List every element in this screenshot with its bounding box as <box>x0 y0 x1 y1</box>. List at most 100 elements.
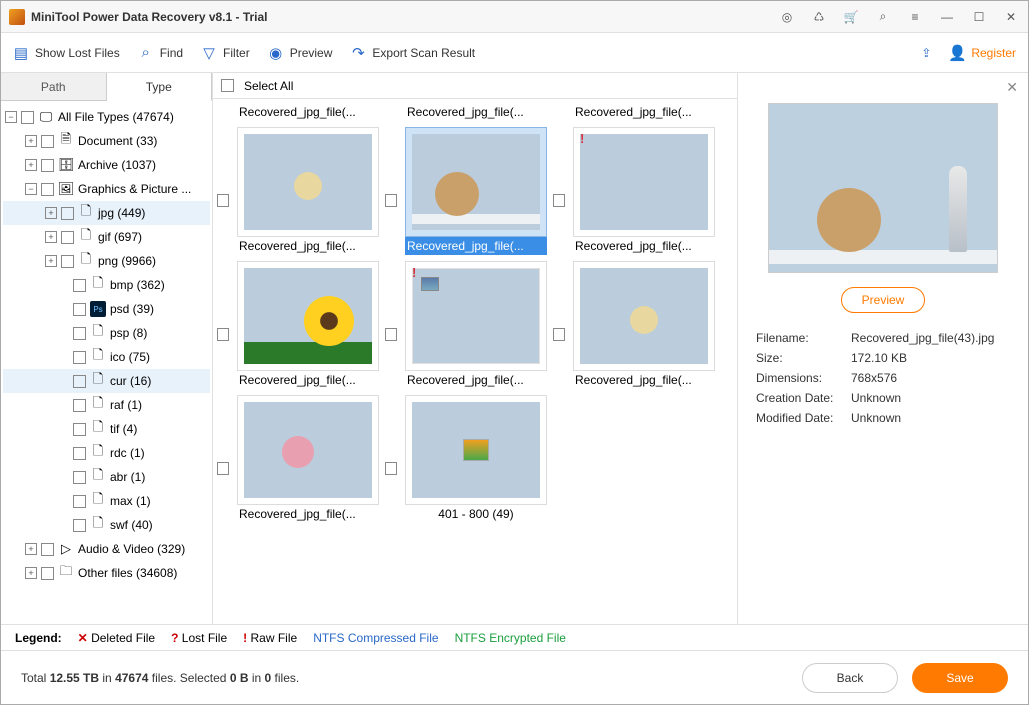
share-icon[interactable]: ⇪ <box>921 46 931 60</box>
checkbox[interactable] <box>553 194 565 207</box>
tree-png[interactable]: +🗋png (9966) <box>3 249 210 273</box>
find-button[interactable]: ⌕Find <box>138 45 183 61</box>
tree-gif[interactable]: +🗋gif (697) <box>3 225 210 249</box>
expand-icon[interactable]: + <box>45 207 57 219</box>
select-all-checkbox[interactable] <box>221 79 234 92</box>
thumb-cell[interactable]: !Recovered_jpg_file(... <box>553 261 715 389</box>
expand-icon[interactable]: + <box>45 255 57 267</box>
checkbox[interactable] <box>41 183 54 196</box>
expand-icon[interactable]: + <box>25 543 37 555</box>
tree-abr[interactable]: 🗋abr (1) <box>3 465 210 489</box>
back-button[interactable]: Back <box>802 663 898 693</box>
tree-psd[interactable]: Pspsd (39) <box>3 297 210 321</box>
raw-flag-icon: ! <box>412 265 416 280</box>
tree-audio[interactable]: +▷Audio & Video (329) <box>3 537 210 561</box>
thumb-cell-range[interactable]: 401 - 800 (49) <box>385 395 547 523</box>
checkbox[interactable] <box>41 567 54 580</box>
collapse-icon[interactable]: − <box>5 111 17 123</box>
preview-open-button[interactable]: Preview <box>841 287 926 313</box>
tree-max-label: max (1) <box>110 494 151 508</box>
filter-button[interactable]: ▽Filter <box>201 45 250 61</box>
compass-icon[interactable]: ◎ <box>778 8 796 26</box>
tree-root[interactable]: −🖵All File Types (47674) <box>3 105 210 129</box>
thumbnail-grid[interactable]: Recovered_jpg_file(... Recovered_jpg_fil… <box>213 99 737 624</box>
checkbox[interactable] <box>385 328 397 341</box>
tree-swf[interactable]: 🗋swf (40) <box>3 513 210 537</box>
meta-value-size: 172.10 KB <box>851 351 1010 365</box>
file-icon: 🗋 <box>90 469 106 485</box>
checkbox[interactable] <box>73 351 86 364</box>
tree-max[interactable]: 🗋max (1) <box>3 489 210 513</box>
legend-bar: Legend: ✕ Deleted File ? Lost File ! Raw… <box>1 624 1028 650</box>
checkbox[interactable] <box>61 231 74 244</box>
checkbox[interactable] <box>217 462 229 475</box>
checkbox[interactable] <box>73 303 86 316</box>
expand-icon[interactable]: + <box>25 567 37 579</box>
close-preview-icon[interactable]: ✕ <box>1006 79 1018 96</box>
checkbox[interactable] <box>61 207 74 220</box>
export-button[interactable]: ↷Export Scan Result <box>350 45 475 61</box>
checkbox[interactable] <box>73 519 86 532</box>
checkbox[interactable] <box>73 447 86 460</box>
thumb-cell[interactable]: !Recovered_jpg_file(... <box>217 261 379 389</box>
tree-other[interactable]: +🗀Other files (34608) <box>3 561 210 585</box>
tree-bmp[interactable]: 🗋bmp (362) <box>3 273 210 297</box>
checkbox[interactable] <box>73 495 86 508</box>
thumbnail-image <box>244 268 372 364</box>
tree-archive[interactable]: +🗄Archive (1037) <box>3 153 210 177</box>
thumb-range-label: 401 - 800 (49) <box>405 505 547 523</box>
legend-deleted: ✕ Deleted File <box>78 631 155 645</box>
tree-cur[interactable]: 🗋cur (16) <box>3 369 210 393</box>
expand-icon[interactable]: + <box>25 159 37 171</box>
thumb-cell[interactable]: !Recovered_jpg_file(... <box>217 395 379 523</box>
checkbox[interactable] <box>21 111 34 124</box>
checkbox[interactable] <box>61 255 74 268</box>
save-button[interactable]: Save <box>912 663 1008 693</box>
tab-type[interactable]: Type <box>107 73 213 101</box>
checkbox[interactable] <box>41 543 54 556</box>
thumb-cell[interactable]: !Recovered_jpg_file(... <box>385 261 547 389</box>
maximize-icon[interactable]: ☐ <box>970 8 988 26</box>
tree-ico[interactable]: 🗋ico (75) <box>3 345 210 369</box>
thumb-cell-selected[interactable]: !Recovered_jpg_file(... <box>385 127 547 255</box>
tree-rdc[interactable]: 🗋rdc (1) <box>3 441 210 465</box>
checkbox[interactable] <box>385 462 397 475</box>
checkbox[interactable] <box>41 135 54 148</box>
show-lost-files-button[interactable]: ▤Show Lost Files <box>13 45 120 61</box>
checkbox[interactable] <box>73 471 86 484</box>
expand-icon[interactable]: + <box>25 135 37 147</box>
thumbnail-image <box>412 134 540 230</box>
minimize-icon[interactable]: — <box>938 8 956 26</box>
cart-icon[interactable]: 🛒 <box>842 8 860 26</box>
collapse-icon[interactable]: − <box>25 183 37 195</box>
tree-raf[interactable]: 🗋raf (1) <box>3 393 210 417</box>
checkbox[interactable] <box>73 279 86 292</box>
tab-path[interactable]: Path <box>1 73 107 100</box>
checkbox[interactable] <box>73 327 86 340</box>
tree-document[interactable]: +🗎Document (33) <box>3 129 210 153</box>
register-button[interactable]: 👤Register <box>949 45 1016 61</box>
thumb-cell[interactable]: !Recovered_jpg_file(... <box>553 127 715 255</box>
headset-icon[interactable]: ♺ <box>810 8 828 26</box>
preview-button[interactable]: ◉Preview <box>268 45 333 61</box>
legend-title: Legend: <box>15 631 62 645</box>
checkbox[interactable] <box>73 375 86 388</box>
checkbox[interactable] <box>217 194 229 207</box>
tree-psp[interactable]: 🗋psp (8) <box>3 321 210 345</box>
file-icon: 🗋 <box>78 229 94 245</box>
tree-jpg[interactable]: +🗋jpg (449) <box>3 201 210 225</box>
checkbox[interactable] <box>553 328 565 341</box>
menu-icon[interactable]: ≡ <box>906 8 924 26</box>
checkbox[interactable] <box>385 194 397 207</box>
checkbox[interactable] <box>41 159 54 172</box>
checkbox[interactable] <box>217 328 229 341</box>
tree-tif[interactable]: 🗋tif (4) <box>3 417 210 441</box>
close-icon[interactable]: ✕ <box>1002 8 1020 26</box>
tree-graphics[interactable]: −🖼Graphics & Picture ... <box>3 177 210 201</box>
thumb-cell[interactable]: !Recovered_jpg_file(... <box>217 127 379 255</box>
tree-bmp-label: bmp (362) <box>110 278 165 292</box>
key-icon[interactable]: ⌕ <box>874 8 892 26</box>
checkbox[interactable] <box>73 423 86 436</box>
expand-icon[interactable]: + <box>45 231 57 243</box>
checkbox[interactable] <box>73 399 86 412</box>
